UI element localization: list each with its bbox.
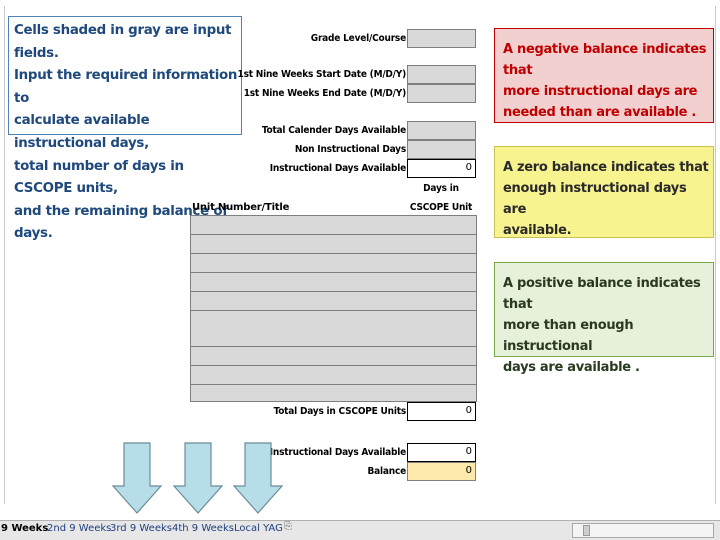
table-row bbox=[190, 346, 477, 347]
label-unit-number-title: Unit Number/Title bbox=[192, 202, 290, 213]
total-calendar-days-input[interactable] bbox=[407, 121, 476, 140]
zero-balance-box: A zero balance indicates that enough ins… bbox=[494, 146, 714, 238]
table-row bbox=[190, 310, 477, 311]
label-total-calendar-days: Total Calender Days Available bbox=[261, 125, 406, 136]
start-date-input[interactable] bbox=[407, 65, 476, 84]
label-grade-level: Grade Level/Course bbox=[310, 33, 406, 44]
balance-value: 0 bbox=[407, 462, 476, 481]
down-arrow-icon bbox=[233, 442, 283, 514]
label-end-date: 1st Nine Weeks End Date (M/D/Y) bbox=[243, 88, 406, 99]
table-row bbox=[190, 234, 477, 235]
non-instructional-days-input[interactable] bbox=[407, 140, 476, 159]
tab-1st-9-weeks[interactable]: 9 Weeks bbox=[1, 523, 48, 534]
instruction-note: Cells shaded in gray are input fields. I… bbox=[8, 16, 242, 241]
down-arrow-icon bbox=[173, 442, 223, 514]
table-row bbox=[190, 365, 477, 366]
instructional-days-available-2-value: 0 bbox=[407, 443, 476, 462]
negative-balance-box: A negative balance indicates that more i… bbox=[494, 28, 714, 123]
label-instructional-days-available: Instructional Days Available bbox=[269, 163, 406, 174]
label-start-date: 1st Nine Weeks Start Date (M/D/Y) bbox=[237, 69, 407, 80]
insert-sheet-icon[interactable]: ⎘ bbox=[284, 521, 292, 532]
grade-level-input[interactable] bbox=[407, 29, 476, 48]
table-row bbox=[190, 253, 477, 254]
total-days-cscope-value: 0 bbox=[407, 402, 476, 421]
tab-3rd-9-weeks[interactable]: 3rd 9 Weeks bbox=[110, 523, 172, 534]
table-row bbox=[190, 384, 477, 385]
unit-table bbox=[190, 215, 477, 402]
label-non-instructional-days: Non Instructional Days bbox=[294, 144, 406, 155]
label-balance: Balance bbox=[367, 466, 406, 477]
label-total-days-cscope: Total Days in CSCOPE Units bbox=[273, 406, 407, 417]
positive-balance-box: A positive balance indicates that more t… bbox=[494, 262, 714, 375]
tab-local-yag[interactable]: Local YAG bbox=[234, 523, 283, 534]
scrollbar-thumb[interactable] bbox=[583, 525, 590, 536]
end-date-input[interactable] bbox=[407, 84, 476, 103]
horizontal-scrollbar[interactable] bbox=[572, 523, 714, 538]
tab-4th-9-weeks[interactable]: 4th 9 Weeks bbox=[172, 523, 234, 534]
instructional-days-available-value: 0 bbox=[407, 159, 476, 178]
label-cscope-unit: CSCOPE Unit bbox=[409, 202, 473, 213]
down-arrow-icon bbox=[112, 442, 162, 514]
tab-2nd-9-weeks[interactable]: 2nd 9 Weeks bbox=[47, 523, 111, 534]
table-row bbox=[190, 272, 477, 273]
table-row bbox=[190, 291, 477, 292]
label-days-in: Days in bbox=[423, 183, 459, 194]
unit-table-body[interactable] bbox=[190, 216, 477, 402]
